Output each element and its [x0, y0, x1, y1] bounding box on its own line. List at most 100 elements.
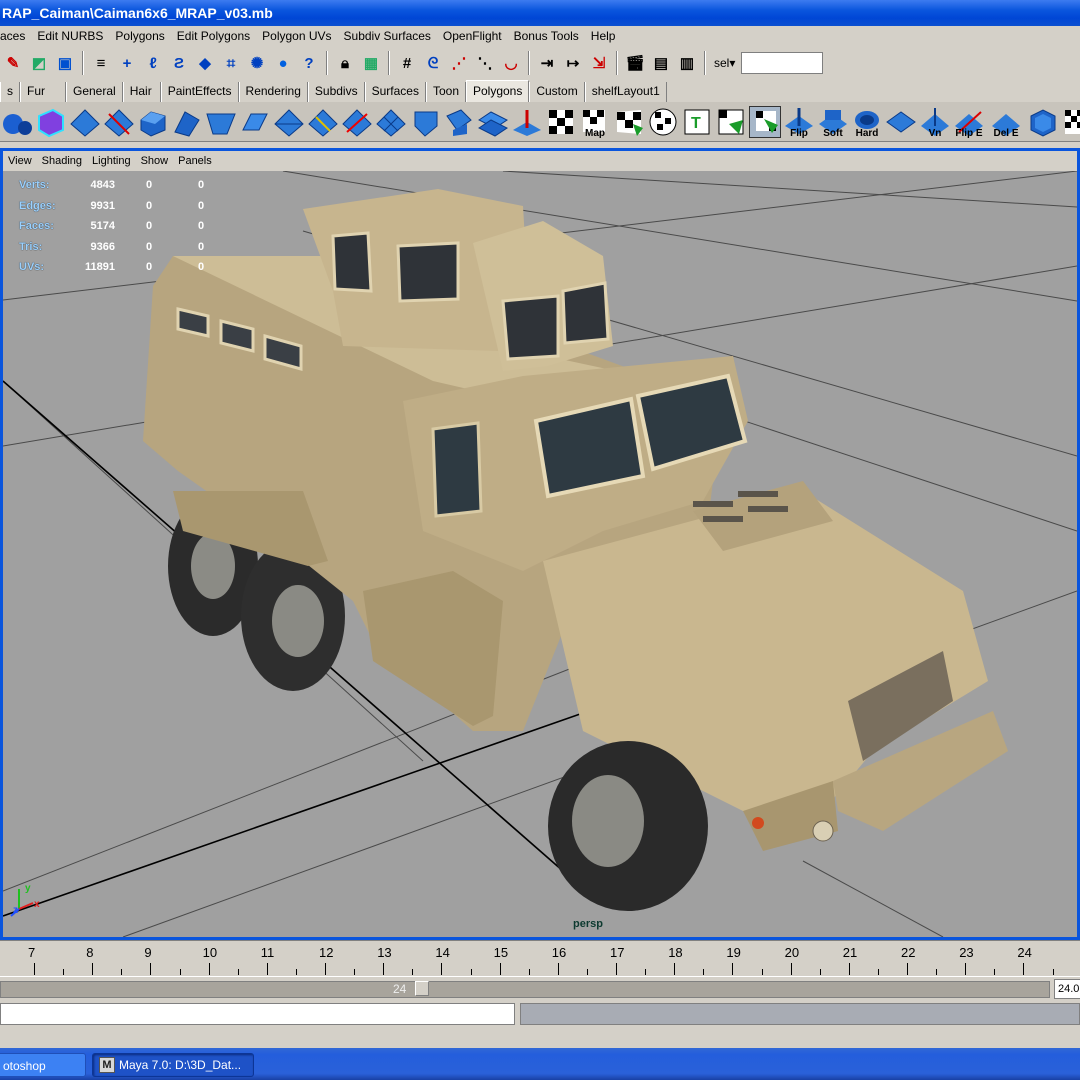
quick-selection-label[interactable]: sel▾: [714, 56, 735, 70]
render-globals-icon[interactable]: ▥: [676, 52, 698, 74]
poly-cube-icon[interactable]: [35, 106, 67, 138]
duplicate-face-icon[interactable]: [477, 106, 509, 138]
bevel-icon[interactable]: [205, 106, 237, 138]
extrude-edge-icon[interactable]: [171, 106, 203, 138]
construction-history-icon[interactable]: ⇲: [588, 52, 610, 74]
shelf-tab-general[interactable]: General: [66, 82, 123, 102]
range-end-field[interactable]: 24.0: [1054, 979, 1080, 999]
select-by-object-icon[interactable]: ▣: [54, 52, 76, 74]
render-current-frame-icon[interactable]: 🎬︎: [624, 52, 646, 74]
menu-item-openflight[interactable]: OpenFlight: [437, 26, 508, 46]
shelf-label-del-e: Del E: [993, 127, 1019, 139]
panel-menu-panels[interactable]: Panels: [173, 155, 217, 167]
automatic-mapping-icon[interactable]: Map: [579, 106, 611, 139]
select-handles-icon[interactable]: +: [116, 52, 138, 74]
shelf-tab-custom[interactable]: Custom: [529, 82, 585, 102]
vertex-normal-icon[interactable]: Vn: [919, 106, 951, 139]
shelf-tab-toon[interactable]: Toon: [425, 82, 466, 102]
highlight-selection-icon[interactable]: ▦: [360, 52, 382, 74]
menu-item-edit-polygons[interactable]: Edit Polygons: [171, 26, 256, 46]
unitize-uvs-icon[interactable]: [715, 106, 747, 138]
select-surfaces-icon[interactable]: ◆: [194, 52, 216, 74]
select-curves-icon[interactable]: Ƨ: [168, 52, 190, 74]
append-polygon-icon[interactable]: [307, 106, 339, 138]
menu-item-edit-nurbs[interactable]: Edit NURBS: [31, 26, 109, 46]
wedge-faces-icon[interactable]: [443, 106, 475, 138]
flip-edge-icon[interactable]: Flip E: [953, 106, 985, 139]
menu-item-subdiv-surfaces[interactable]: Subdiv Surfaces: [338, 26, 437, 46]
delete-edge-icon[interactable]: Del E: [987, 106, 1025, 139]
shelf-tab-polygons[interactable]: Polygons: [465, 80, 530, 102]
extrude-face-icon[interactable]: [137, 106, 169, 138]
maya-app-icon: M: [99, 1057, 115, 1073]
soften-edge-icon[interactable]: Soft: [817, 106, 849, 139]
cylindrical-mapping-icon[interactable]: [613, 106, 645, 138]
toolbar-separator: [704, 51, 706, 75]
output-list-icon[interactable]: ↦: [562, 52, 584, 74]
subdivide-icon[interactable]: [375, 106, 407, 138]
normalize-uvs-icon[interactable]: T: [681, 106, 713, 138]
checker-map-icon[interactable]: [1061, 106, 1080, 138]
range-slider-bar[interactable]: [0, 981, 1050, 998]
select-joints-icon[interactable]: ℓ: [142, 52, 164, 74]
input-list-icon[interactable]: ⇥: [536, 52, 558, 74]
sculpt-geometry-icon[interactable]: [511, 106, 543, 138]
cut-faces-icon[interactable]: [341, 106, 373, 138]
taskbar-item-photoshop[interactable]: otoshop: [0, 1053, 86, 1077]
menu-item-polygons[interactable]: Polygons: [109, 26, 170, 46]
menu-item-help[interactable]: Help: [585, 26, 622, 46]
ipr-render-icon[interactable]: ▤: [650, 52, 672, 74]
make-live-icon[interactable]: ◡: [500, 52, 522, 74]
select-deformations-icon[interactable]: ⌗: [220, 52, 242, 74]
split-polygon-icon[interactable]: [103, 106, 135, 138]
perspective-viewport[interactable]: y x z Verts: 4843 0 0 Edges: 9931 0 0 Fa…: [3, 171, 1077, 937]
time-subtick-mark: [1052, 969, 1054, 975]
snap-to-view-plane-icon[interactable]: ⋱: [474, 52, 496, 74]
shelf-tab-shelflayout1[interactable]: shelfLayout1: [584, 82, 667, 102]
panel-menu-show[interactable]: Show: [136, 155, 174, 167]
snap-to-grid-icon[interactable]: #: [396, 52, 418, 74]
taskbar-item-maya[interactable]: M Maya 7.0: D:\3D_Dat...: [92, 1053, 254, 1077]
select-misc-icon[interactable]: ?: [298, 52, 320, 74]
poly-plane-icon[interactable]: [69, 106, 101, 138]
smooth-icon[interactable]: [1027, 106, 1059, 138]
select-by-component-icon[interactable]: ◩: [28, 52, 50, 74]
reverse-normals-icon[interactable]: [885, 106, 917, 138]
lock-selection-icon[interactable]: 🔒︎: [334, 52, 356, 74]
shelf-tab-rendering[interactable]: Rendering: [238, 82, 308, 102]
snap-to-point-icon[interactable]: ⋰: [448, 52, 470, 74]
merge-vertices-icon[interactable]: [273, 106, 305, 138]
shelf-tab-fur[interactable]: Fur: [20, 82, 66, 102]
hud-total: 0: [197, 199, 205, 212]
paint-select-icon[interactable]: ✎: [2, 52, 24, 74]
planar-mapping-icon[interactable]: [545, 106, 577, 138]
panel-menu-view[interactable]: View: [3, 155, 37, 167]
time-slider[interactable]: 7 8 9 10 11 12 13 14 15 16 17 18 19 20 21 22 23 24: [0, 940, 1080, 976]
snap-to-curve-icon[interactable]: ᘓ: [422, 52, 444, 74]
bridge-icon[interactable]: [239, 106, 271, 138]
poke-faces-icon[interactable]: [409, 106, 441, 138]
quick-selection-field[interactable]: [741, 52, 824, 74]
axis-label-z: z: [13, 905, 18, 916]
spherical-mapping-icon[interactable]: [647, 106, 679, 138]
menu-item-polygon-uvs[interactable]: Polygon UVs: [256, 26, 337, 46]
shelf-tab-s[interactable]: s: [0, 82, 20, 102]
uv-texture-editor-icon[interactable]: [749, 105, 781, 138]
menu-item-faces[interactable]: aces: [0, 26, 31, 46]
panel-menu-shading[interactable]: Shading: [37, 155, 87, 167]
shelf-tab-painteffects[interactable]: PaintEffects: [160, 82, 239, 102]
poly-sphere-icon[interactable]: [1, 106, 33, 138]
command-input[interactable]: [0, 1003, 515, 1025]
panel-menu-lighting[interactable]: Lighting: [87, 155, 136, 167]
flip-icon[interactable]: Flip: [783, 106, 815, 139]
range-slider-handle[interactable]: [415, 981, 429, 996]
menu-item-bonus-tools[interactable]: Bonus Tools: [508, 26, 585, 46]
select-dynamics-icon[interactable]: ✺: [246, 52, 268, 74]
menu-collapse-icon[interactable]: ≡: [90, 52, 112, 74]
shelf-tab-subdivs[interactable]: Subdivs: [307, 82, 365, 102]
shelf-tab-surfaces[interactable]: Surfaces: [364, 82, 426, 102]
select-rendering-icon[interactable]: ●: [272, 52, 294, 74]
shelf-tab-hair[interactable]: Hair: [122, 82, 161, 102]
window-title-bar[interactable]: RAP_Caiman\Caiman6x6_MRAP_v03.mb: [0, 0, 1080, 26]
harden-edge-icon[interactable]: Hard: [851, 106, 883, 139]
